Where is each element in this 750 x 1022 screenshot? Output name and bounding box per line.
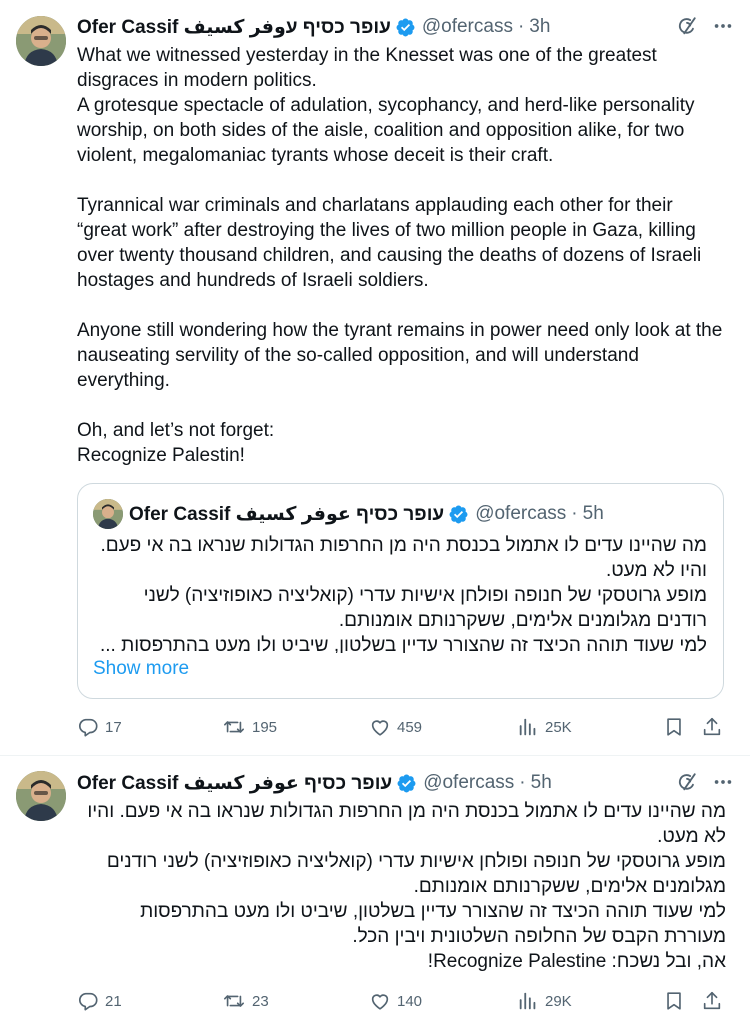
- quoted-author-handle: @ofercass: [475, 503, 567, 524]
- quoted-author-name: Ofer Cassif עופר כסיף عوفر كسيف: [129, 503, 445, 525]
- author-name[interactable]: Ofer Cassif עופר כסיף עوفر كسيف: [77, 16, 391, 39]
- grok-icon[interactable]: [676, 771, 698, 793]
- views-icon: [519, 718, 536, 736]
- tweet-actions: 21 23 140 29K: [77, 986, 726, 1016]
- tweet-text: מה שהיינו עדים לו אתמול בכנסת היה מן החר…: [87, 801, 726, 972]
- views-button[interactable]: 25K: [517, 716, 572, 738]
- tweet-actions: 17 195 459 25K: [77, 712, 726, 742]
- views-icon: [519, 992, 536, 1010]
- author-handle[interactable]: @ofercass: [423, 772, 514, 794]
- tweet-header: Ofer Cassif עופר כסיף عوفر كسيف @ofercas…: [77, 771, 734, 795]
- quoted-tweet-text: מה שהיינו עדים לו אתמול בכנסת היה מן החר…: [99, 535, 707, 653]
- share-icon: [703, 991, 721, 1010]
- verified-badge-icon: [395, 17, 416, 38]
- verified-badge-icon: [448, 504, 469, 525]
- views-button[interactable]: 29K: [517, 990, 572, 1012]
- separator: ·: [519, 772, 526, 793]
- views-count: 25K: [545, 718, 572, 736]
- more-icon[interactable]: [712, 771, 734, 793]
- tweet-header: Ofer Cassif עופר כסיף עوفر كسيف @ofercas…: [77, 15, 734, 39]
- repost-icon: [224, 721, 244, 733]
- avatar-image: [16, 16, 66, 66]
- repost-button[interactable]: 195: [222, 716, 277, 738]
- reply-button[interactable]: 17: [77, 716, 122, 738]
- separator: ·: [571, 503, 578, 524]
- bookmark-button[interactable]: [663, 716, 691, 738]
- tweet-text: What we witnessed yesterday in the Kness…: [77, 45, 723, 466]
- bookmark-button[interactable]: [663, 990, 691, 1012]
- tweet[interactable]: Ofer Cassif עופר כסיף عوفر كسيف @ofercas…: [0, 757, 750, 1022]
- verified-badge-icon: [396, 773, 417, 794]
- reply-count: 17: [105, 718, 122, 736]
- quoted-avatar: [93, 499, 123, 529]
- quoted-tweet-header: Ofer Cassif עופר כסיף عوفر كسيف @ofercas…: [93, 499, 604, 529]
- like-count: 140: [397, 992, 423, 1010]
- share-button[interactable]: [701, 990, 729, 1012]
- heart-icon: [371, 994, 389, 1010]
- tweet[interactable]: Ofer Cassif עופר כסיף עوفر كسيف @ofercas…: [0, 0, 750, 756]
- share-button[interactable]: [701, 716, 729, 738]
- repost-count: 23: [252, 992, 269, 1010]
- reply-icon: [79, 718, 98, 737]
- heart-icon: [371, 720, 389, 736]
- more-icon[interactable]: [712, 15, 734, 37]
- author-handle[interactable]: @ofercass: [422, 16, 513, 38]
- quoted-tweet[interactable]: Ofer Cassif עופר כסיף عوفر كسيف @ofercas…: [77, 483, 724, 699]
- separator: ·: [517, 16, 525, 37]
- timestamp[interactable]: 5h: [531, 772, 552, 794]
- like-button[interactable]: 140: [369, 990, 422, 1012]
- like-button[interactable]: 459: [369, 716, 422, 738]
- avatar[interactable]: [16, 771, 66, 821]
- avatar-image: [16, 771, 66, 821]
- grok-icon[interactable]: [676, 15, 698, 37]
- like-count: 459: [397, 718, 423, 736]
- share-icon: [703, 717, 721, 736]
- reply-count: 21: [105, 992, 122, 1010]
- repost-button[interactable]: 23: [222, 990, 269, 1012]
- quoted-timestamp: 5h: [582, 503, 604, 524]
- bookmark-icon: [667, 718, 681, 736]
- repost-count: 195: [252, 718, 278, 736]
- avatar[interactable]: [16, 16, 66, 66]
- repost-icon: [224, 995, 244, 1007]
- bookmark-icon: [667, 992, 681, 1010]
- author-name[interactable]: Ofer Cassif עופר כסיף عوفر كسيف: [77, 772, 392, 795]
- views-count: 29K: [545, 992, 572, 1010]
- reply-button[interactable]: 21: [77, 990, 122, 1012]
- reply-icon: [79, 992, 98, 1011]
- timestamp[interactable]: 3h: [529, 16, 550, 38]
- show-more-link[interactable]: Show more: [93, 658, 189, 680]
